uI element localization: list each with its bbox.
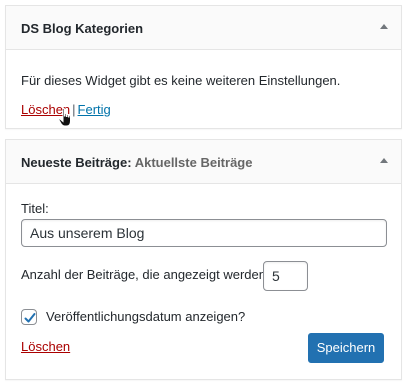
delete-link[interactable]: Löschen [21, 339, 70, 354]
widget-ds-blog-kategorien: DS Blog Kategorien Für dieses Widget gib… [5, 5, 402, 129]
delete-link[interactable]: Löschen [21, 102, 70, 117]
widget-in-title: Aktuellste Beiträge [134, 155, 253, 170]
arrow-up-icon[interactable] [380, 24, 388, 29]
widget-title-text: Neueste Beiträge [21, 155, 128, 170]
widget-title-text: DS Blog Kategorien [21, 21, 144, 36]
widget-title: Neueste Beiträge: Aktuellste Beiträge [21, 155, 252, 170]
done-link[interactable]: Fertig [78, 102, 111, 117]
widget-header[interactable]: DS Blog Kategorien [6, 6, 401, 50]
widget-description: Für dieses Widget gibt es keine weiteren… [21, 73, 341, 88]
show-date-label: Veröffentlichungsdatum anzeigen? [46, 309, 246, 324]
widget-recent-posts: Neueste Beiträge: Aktuellste Beiträge Ti… [5, 139, 402, 380]
checkmark-icon [24, 313, 36, 323]
widget-title-separator: : [127, 155, 132, 170]
widget-header[interactable]: Neueste Beiträge: Aktuellste Beiträge [6, 140, 401, 184]
number-of-posts-label: Anzahl der Beiträge, die angezeigt werde… [21, 267, 270, 282]
widget-actions: Löschen | Fertig [21, 102, 111, 117]
widget-title: DS Blog Kategorien [21, 21, 143, 36]
title-label: Titel: [21, 201, 49, 216]
save-button[interactable]: Speichern [308, 333, 384, 363]
show-date-checkbox[interactable] [21, 309, 37, 325]
number-of-posts-input[interactable] [263, 261, 308, 291]
link-separator: | [72, 102, 76, 117]
arrow-up-icon[interactable] [380, 158, 388, 163]
title-input[interactable] [21, 219, 387, 247]
